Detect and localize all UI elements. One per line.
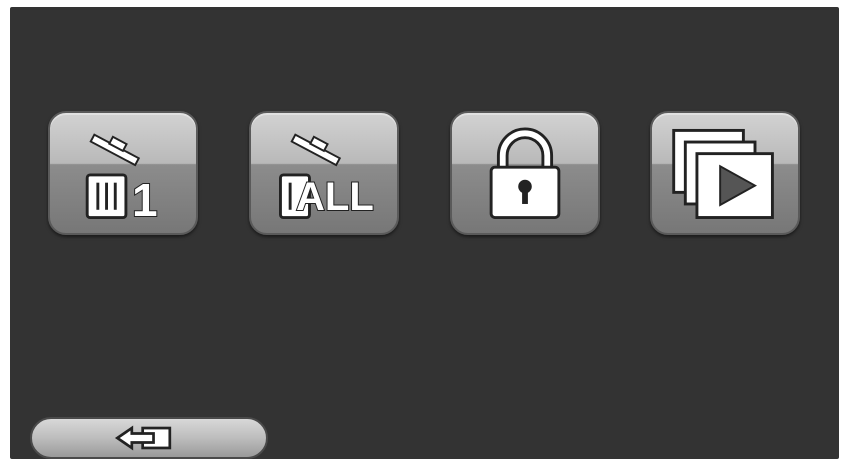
back-button[interactable] <box>30 417 268 459</box>
delete-one-button[interactable]: 1 <box>48 111 198 235</box>
menu-screen: 1 ALL <box>10 7 839 459</box>
slideshow-button[interactable] <box>650 111 800 235</box>
slideshow-icon <box>672 128 774 219</box>
protect-button[interactable] <box>450 111 600 235</box>
trash-one-icon <box>85 133 141 219</box>
delete-all-label: ALL <box>295 174 375 220</box>
delete-all-button[interactable]: ALL <box>249 111 399 235</box>
delete-one-label: 1 <box>131 173 159 227</box>
lock-icon <box>489 127 561 219</box>
back-arrow-icon <box>114 425 172 451</box>
